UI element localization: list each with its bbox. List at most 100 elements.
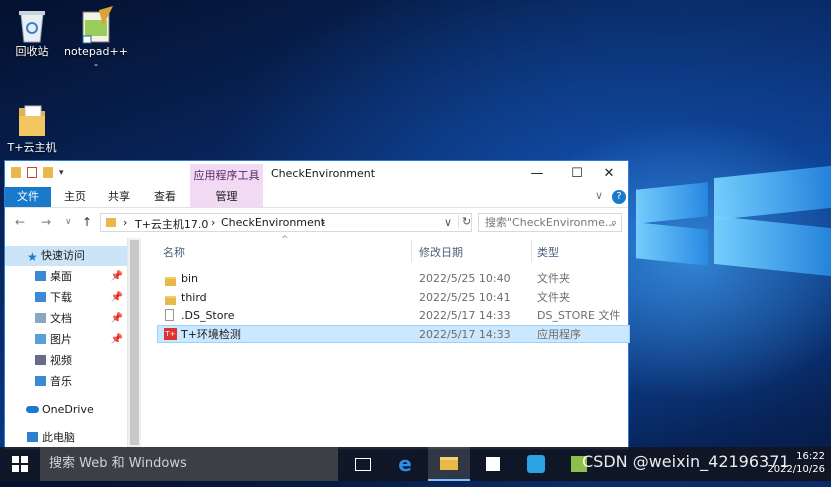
minimize-button[interactable]: — [517, 161, 557, 187]
sidebar-item-desktop[interactable]: 桌面 📌 [5, 267, 127, 287]
navigation-pane: ★ 快速访问 桌面 📌 下载 📌 文档 📌 图片 📌 视频 音乐 OneDriv… [5, 238, 127, 451]
ribbon-tabs: 文件 主页 共享 查看 管理 ∨ ? [5, 187, 628, 208]
pin-icon: 📌 [110, 313, 123, 324]
start-button[interactable] [0, 447, 40, 481]
desktop-icon-label: T+云主机 [7, 141, 57, 154]
windows-start-icon [12, 456, 28, 472]
scrollbar-thumb[interactable] [130, 240, 139, 445]
new-folder-icon[interactable] [43, 167, 53, 178]
address-row: ← → ∨ ↑ › T+云主机17.0 › CheckEnvironment ›… [5, 208, 628, 238]
address-dropdown-icon[interactable]: ∨ [444, 216, 452, 229]
file-row-third[interactable]: third 2022/5/25 10:41 文件夹 [157, 289, 630, 307]
taskbar-app[interactable] [515, 447, 557, 481]
breadcrumb-checkenvironment[interactable]: CheckEnvironment [221, 216, 325, 229]
desktop-folder-icon [35, 271, 46, 281]
window-title: CheckEnvironment [271, 167, 376, 180]
customize-quick-access-icon[interactable]: ▾ [59, 168, 64, 178]
music-folder-icon [35, 376, 46, 386]
context-tab-app-tools: 应用程序工具 [190, 164, 263, 187]
back-arrow-icon[interactable]: ← [15, 215, 25, 229]
sidebar-item-pictures[interactable]: 图片 📌 [5, 330, 127, 350]
sidebar-item-label: 下载 [50, 291, 72, 304]
column-divider[interactable] [531, 240, 532, 262]
task-view-button[interactable] [342, 447, 384, 481]
column-header-name[interactable]: 名称 [163, 244, 185, 260]
quick-access-toolbar: ▾ [11, 167, 64, 178]
taskbar-search-box[interactable]: 搜索 Web 和 Windows [40, 447, 338, 481]
desktop-icon-sublabel: - [94, 58, 98, 71]
search-placeholder: 搜索"CheckEnvironme... [485, 216, 616, 229]
file-name: third [181, 291, 207, 304]
taskbar-edge[interactable]: e [384, 447, 426, 481]
properties-icon[interactable] [27, 167, 37, 178]
search-icon: ⌕ [610, 216, 617, 229]
file-icon [165, 309, 174, 321]
column-divider[interactable] [411, 240, 412, 262]
sort-up-icon: ^ [281, 235, 289, 245]
tab-home[interactable]: 主页 [57, 187, 93, 207]
watermark: CSDN @weixin_42196371 [582, 452, 790, 471]
sidebar-item-quick-access[interactable]: ★ 快速访问 [5, 246, 127, 266]
pin-icon: 📌 [110, 271, 123, 282]
help-icon[interactable]: ? [612, 190, 626, 204]
file-name: .DS_Store [181, 309, 235, 322]
sidebar-item-videos[interactable]: 视频 [5, 351, 127, 371]
taskbar-store[interactable] [472, 447, 514, 481]
videos-folder-icon [35, 355, 46, 365]
column-header-type[interactable]: 类型 [537, 244, 559, 260]
explorer-window: ▾ 应用程序工具 CheckEnvironment — ☐ ✕ 文件 主页 共享… [4, 160, 630, 451]
sidebar-item-label: 文档 [50, 312, 72, 325]
sidebar-item-this-pc[interactable]: 此电脑 [5, 428, 127, 448]
tab-file[interactable]: 文件 [5, 187, 51, 207]
navigation-scrollbar[interactable] [127, 238, 141, 451]
recent-locations-icon[interactable]: ∨ [65, 217, 72, 227]
file-row-tplus-check[interactable]: T+ T+环境检测 2022/5/17 14:33 应用程序 [157, 325, 630, 343]
refresh-icon[interactable]: ↻ [458, 215, 471, 228]
tab-share[interactable]: 共享 [101, 187, 137, 207]
file-date: 2022/5/17 14:33 [419, 328, 511, 341]
column-header-date[interactable]: 修改日期 [419, 244, 463, 260]
sidebar-item-label: OneDrive [42, 403, 94, 416]
this-pc-icon [27, 432, 38, 442]
close-button[interactable]: ✕ [589, 161, 629, 187]
pin-icon: 📌 [110, 292, 123, 303]
tab-view[interactable]: 查看 [147, 187, 183, 207]
file-name: bin [181, 272, 199, 285]
sidebar-item-music[interactable]: 音乐 [5, 372, 127, 392]
pin-icon: 📌 [110, 334, 123, 345]
folder-icon [11, 167, 21, 178]
expand-ribbon-icon[interactable]: ∨ [595, 189, 603, 202]
file-type: 文件夹 [537, 272, 570, 285]
search-input[interactable]: 搜索"CheckEnvironme... ⌕ [478, 213, 622, 232]
address-bar[interactable]: › T+云主机17.0 › CheckEnvironment › ∨ ↻ [100, 213, 472, 232]
edge-icon: e [398, 452, 412, 476]
sidebar-item-label: 视频 [50, 354, 72, 367]
desktop-icon-recycle-bin[interactable]: 回收站 [0, 6, 64, 58]
sidebar-item-downloads[interactable]: 下载 📌 [5, 288, 127, 308]
file-type: 文件夹 [537, 291, 570, 304]
file-list: ^ 名称 修改日期 类型 bin 2022/5/25 10:40 文件夹 thi… [141, 235, 630, 451]
desktop-icon-tplus-cloud[interactable]: T+云主机 [0, 102, 64, 154]
forward-arrow-icon[interactable]: → [41, 215, 51, 229]
desktop-icon-notepad-plus-plus[interactable]: notepad++ - [64, 6, 128, 71]
sidebar-item-label: 此电脑 [42, 431, 75, 444]
file-date: 2022/5/25 10:40 [419, 272, 511, 285]
sidebar-item-label: 图片 [50, 333, 72, 346]
sidebar-item-onedrive[interactable]: OneDrive [5, 400, 127, 420]
sidebar-item-label: 快速访问 [41, 249, 85, 262]
sidebar-item-documents[interactable]: 文档 📌 [5, 309, 127, 329]
notepad-plus-plus-icon [79, 6, 113, 44]
file-row-ds-store[interactable]: .DS_Store 2022/5/17 14:33 DS_STORE 文件 [157, 307, 630, 325]
tab-manage[interactable]: 管理 [190, 187, 263, 207]
file-date: 2022/5/17 14:33 [419, 309, 511, 322]
up-arrow-icon[interactable]: ↑ [82, 215, 92, 229]
breadcrumb-tplus-cloud[interactable]: T+云主机17.0 [135, 216, 208, 232]
app-icon [527, 455, 545, 473]
file-row-bin[interactable]: bin 2022/5/25 10:40 文件夹 [157, 270, 630, 288]
onedrive-icon [26, 406, 39, 413]
breadcrumb-separator: › [211, 216, 216, 229]
store-icon [486, 457, 500, 471]
taskbar-file-explorer[interactable] [428, 447, 470, 481]
desktop-icon-label: 回收站 [15, 45, 49, 58]
recycle-bin-icon [15, 6, 49, 43]
